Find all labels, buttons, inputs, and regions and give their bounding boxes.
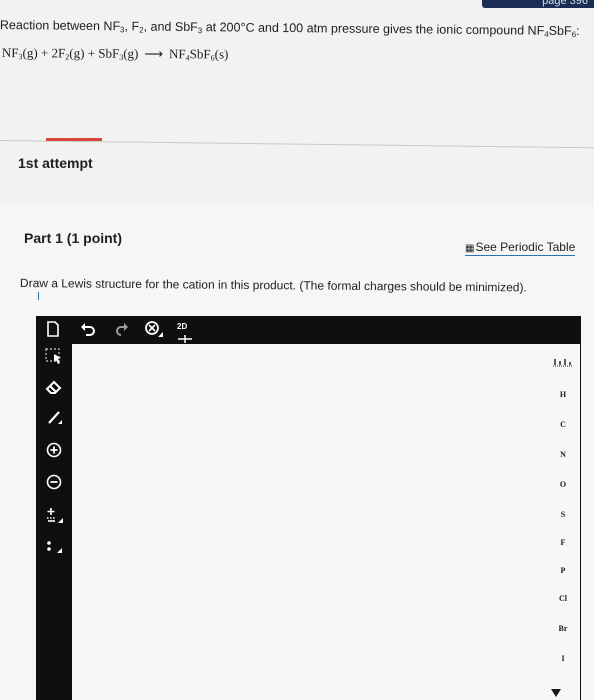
redo-icon[interactable] (113, 322, 129, 336)
periodic-table-icon: ▦ (465, 243, 475, 254)
element-p-button[interactable]: P (546, 566, 580, 575)
problem-statement: Reaction between NF3, F2, and SbF3 at 20… (0, 18, 580, 40)
part-title: Part 1 (1 point) (24, 230, 123, 246)
element-s-button[interactable]: S (546, 510, 580, 519)
single-bond-icon[interactable] (44, 410, 64, 427)
eraser-icon[interactable] (44, 380, 64, 397)
view-2d-button[interactable]: 2D (177, 319, 193, 343)
element-i-button[interactable]: I (546, 654, 580, 663)
element-f-button[interactable]: F (546, 538, 580, 547)
element-c-button[interactable]: C (546, 420, 580, 429)
undo-icon[interactable] (80, 322, 96, 336)
chemical-equation: NF3(g) + 2F2(g) + SbF3(g) ⟶ NF4SbF6(s) (1, 45, 229, 63)
attempt-label: 1st attempt (18, 155, 93, 171)
attempt-indicator-bar (46, 138, 102, 141)
drawing-canvas[interactable] (72, 344, 580, 700)
element-br-button[interactable]: Br (546, 624, 580, 633)
element-cl-button[interactable]: Cl (546, 594, 580, 603)
see-periodic-table-link[interactable]: ▦ See Periodic Table (465, 240, 576, 256)
charge-template-icon[interactable] (44, 506, 64, 527)
lewis-structure-editor: 2D H C N O S F P Cl Br I (36, 316, 581, 700)
lone-pair-icon[interactable] (44, 538, 64, 557)
clear-icon[interactable] (144, 320, 164, 338)
reaction-arrow: ⟶ (144, 45, 164, 62)
page-reference-badge: page 396 (482, 0, 594, 8)
new-document-icon[interactable] (46, 321, 60, 337)
ring-template-icon[interactable] (546, 356, 580, 370)
section-divider (0, 140, 594, 149)
element-n-button[interactable]: N (546, 450, 580, 459)
element-o-button[interactable]: O (546, 480, 580, 489)
select-icon[interactable] (44, 348, 64, 367)
remove-charge-icon[interactable] (44, 474, 64, 493)
element-palette-scroll-icon[interactable] (551, 689, 561, 699)
add-charge-icon[interactable] (44, 442, 64, 461)
element-h-button[interactable]: H (546, 390, 580, 399)
text-caret (38, 292, 39, 300)
